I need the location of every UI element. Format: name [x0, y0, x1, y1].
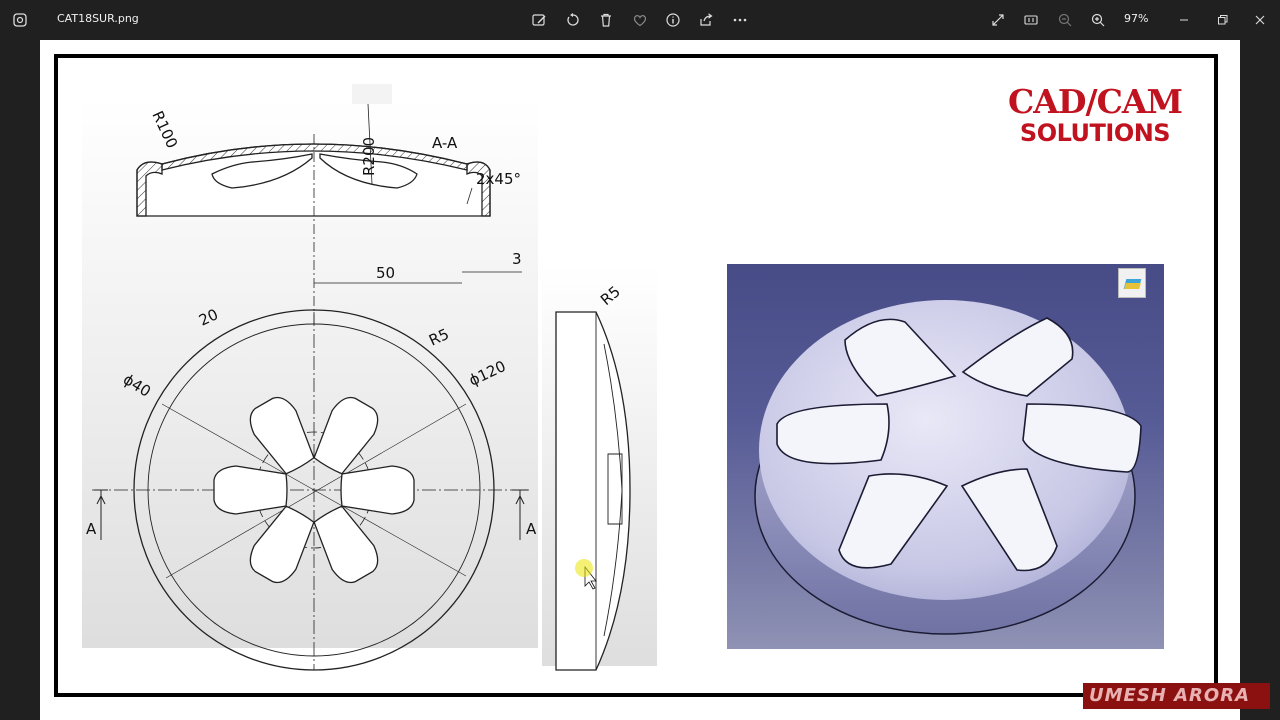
catia-compass-icon[interactable]	[1118, 268, 1146, 298]
favorite-icon[interactable]	[628, 8, 652, 32]
engineering-drawing: A-A R100 R200 2x45° 50 3 20 R5 ϕ120 ϕ40 …	[82, 84, 657, 671]
section-marker-right: A	[526, 520, 537, 538]
dim-r200: R200	[360, 137, 378, 176]
maximize-icon[interactable]	[1210, 8, 1234, 32]
author-watermark: UMESH ARORA	[1083, 683, 1270, 709]
app-icon	[8, 8, 32, 32]
image-canvas[interactable]: A-A R100 R200 2x45° 50 3 20 R5 ϕ120 ϕ40 …	[40, 40, 1270, 720]
more-icon[interactable]	[728, 8, 752, 32]
section-marker-left: A	[86, 520, 97, 538]
edit-image-icon[interactable]	[527, 8, 551, 32]
dim-50: 50	[376, 264, 395, 282]
info-icon[interactable]	[661, 8, 685, 32]
rotate-icon[interactable]	[561, 8, 585, 32]
dim-3: 3	[512, 250, 522, 268]
minimize-icon[interactable]	[1172, 8, 1196, 32]
actual-size-icon[interactable]	[1019, 8, 1043, 32]
close-icon[interactable]	[1248, 8, 1272, 32]
file-name: CAT18SUR.png	[57, 12, 139, 25]
3d-render-panel	[727, 264, 1164, 649]
delete-icon[interactable]	[594, 8, 618, 32]
cadcam-logo: CAD/CAM SOLUTIONS	[1008, 82, 1183, 147]
fullscreen-icon[interactable]	[986, 8, 1010, 32]
share-icon[interactable]	[694, 8, 718, 32]
dim-chamfer: 2x45°	[476, 170, 521, 188]
slot-outline	[213, 465, 288, 515]
zoom-out-icon[interactable]	[1053, 8, 1077, 32]
zoom-level: 97%	[1124, 12, 1149, 25]
slot-outline	[340, 465, 415, 515]
zoom-in-icon[interactable]	[1086, 8, 1110, 32]
section-label: A-A	[432, 134, 458, 152]
title-bar: CAT18SUR.png 97%	[0, 0, 1280, 40]
